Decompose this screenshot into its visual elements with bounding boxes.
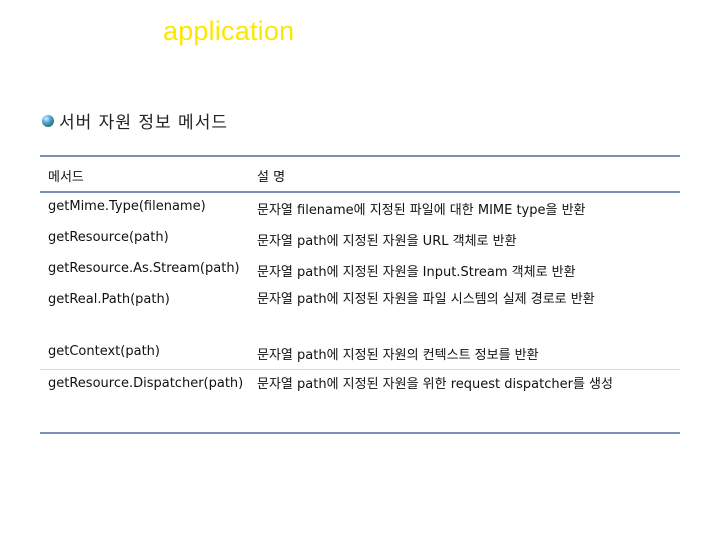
table-row: getResource.As.Stream(path) 문자열 path에 지정… (40, 255, 680, 286)
header-description: 설 명 (257, 170, 286, 185)
method-cell: getContext(path) (48, 344, 160, 359)
method-table: 메서드 설 명 getMime.Type(filename) 문자열 filen… (40, 155, 680, 434)
description-cell: 문자열 path에 지정된 자원을 위한 request dispatcher를… (257, 377, 613, 392)
section-heading: 서버 자원 정보 메서드 (42, 108, 228, 133)
method-cell: getReal.Path(path) (48, 292, 170, 307)
bullet-icon (42, 114, 54, 127)
description-cell: 문자열 path에 지정된 자원의 컨텍스트 정보를 반환 (257, 348, 539, 363)
header-method: 메서드 (48, 170, 84, 185)
description-cell: 문자열 filename에 지정된 파일에 대한 MIME type을 반환 (257, 203, 586, 218)
description-cell: 문자열 path에 지정된 자원을 Input.Stream 객체로 반환 (257, 265, 576, 280)
table-row: getResource.Dispatcher(path) 문자열 path에 지… (40, 369, 680, 432)
table-row: getReal.Path(path) 문자열 path에 지정된 자원을 파일 … (40, 286, 680, 338)
slide-title: application (163, 16, 295, 46)
table-header: 메서드 설 명 (40, 157, 680, 193)
description-cell: 문자열 path에 지정된 자원을 파일 시스템의 실제 경로로 반환 (257, 292, 595, 307)
method-cell: getResource.Dispatcher(path) (48, 376, 244, 391)
method-cell: getMime.Type(filename) (48, 199, 206, 214)
table-row: getResource(path) 문자열 path에 지정된 자원을 URL … (40, 224, 680, 255)
method-cell: getResource.As.Stream(path) (48, 261, 240, 276)
table-row: getContext(path) 문자열 path에 지정된 자원의 컨텍스트 … (40, 338, 680, 369)
description-cell: 문자열 path에 지정된 자원을 URL 객체로 반환 (257, 234, 517, 249)
table-row: getMime.Type(filename) 문자열 filename에 지정된… (40, 193, 680, 224)
method-cell: getResource(path) (48, 230, 169, 245)
section-heading-text: 서버 자원 정보 메서드 (59, 113, 228, 133)
